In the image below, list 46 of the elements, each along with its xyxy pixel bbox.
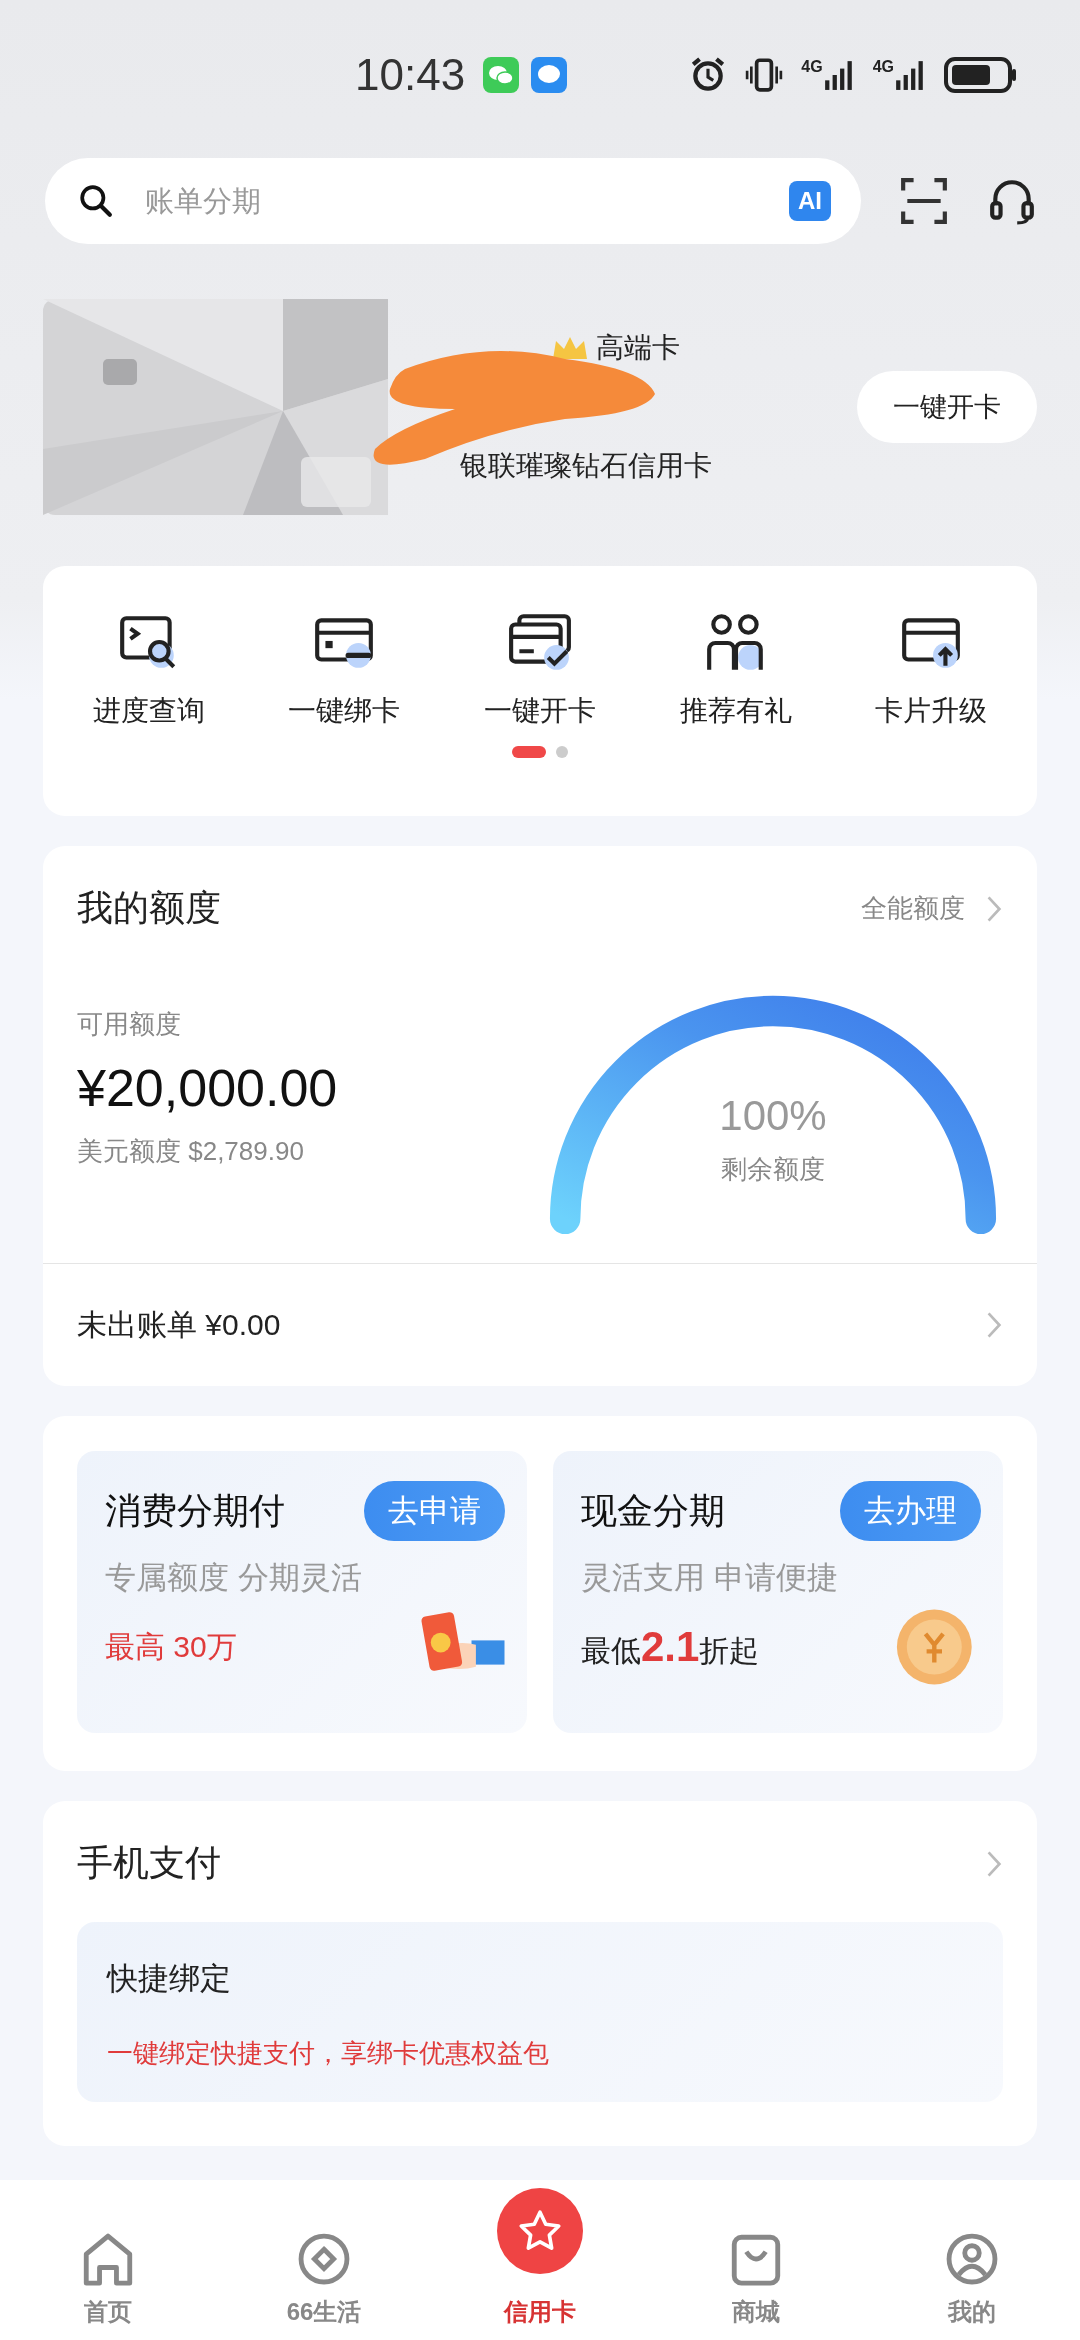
message-app-icon xyxy=(531,57,568,93)
clock-time: 10:43 xyxy=(355,50,466,100)
tier-label: 高端卡 xyxy=(596,331,680,365)
nav-tab[interactable]: 信用卡 xyxy=(465,2188,615,2328)
quick-action-label[interactable]: 一键绑卡 xyxy=(288,692,401,730)
nav-tab[interactable]: 商城 xyxy=(681,2230,831,2328)
installment-rate: 最低2.1折起 xyxy=(581,1622,760,1672)
signal-icon xyxy=(894,59,926,91)
ai-assistant-badge[interactable]: AI xyxy=(789,181,831,221)
available-label: 可用额度 xyxy=(77,1008,182,1041)
battery-icon xyxy=(944,57,1018,93)
installment-subtitle: 灵活支用 申请便捷 xyxy=(581,1559,839,1597)
card-name: 银联璀璨钻石信用卡 xyxy=(459,449,713,483)
chat-app-icon xyxy=(483,57,520,93)
installment-title: 消费分期付 xyxy=(105,1488,285,1533)
remaining-percent: 100% xyxy=(719,1092,827,1140)
installment-card[interactable]: 消费分期付 去申请 专属额度 分期灵活 最高 30万 xyxy=(77,1451,527,1733)
open-card-button[interactable]: 一键开卡 xyxy=(857,371,1037,443)
search-field[interactable]: 账单分期 AI xyxy=(45,158,861,244)
installment-title: 现金分期 xyxy=(581,1488,725,1533)
quick-bind-title: 快捷绑定 xyxy=(107,1960,232,1998)
remaining-label: 剩余额度 xyxy=(721,1153,825,1186)
all-credit-link[interactable]: 全能额度 xyxy=(861,891,965,926)
signal-icon xyxy=(822,59,855,91)
quick-action-label[interactable]: 卡片升级 xyxy=(875,692,988,730)
nav-tab[interactable]: 66生活 xyxy=(249,2230,399,2328)
available-amount: ¥20,000.00 xyxy=(77,1058,338,1118)
vibrate-icon xyxy=(745,56,784,94)
search-icon xyxy=(79,184,113,218)
installment-rate: 最高 30万 xyxy=(105,1628,237,1665)
network-type: 4G xyxy=(801,59,823,75)
unbilled-amount[interactable]: 未出账单 ¥0.00 xyxy=(77,1304,281,1346)
quick-action-label[interactable]: 一键开卡 xyxy=(484,692,596,730)
nav-tab[interactable]: 首页 xyxy=(33,2230,183,2328)
installment-subtitle: 专属额度 分期灵活 xyxy=(105,1559,363,1597)
installment-card[interactable]: 现金分期 去办理 灵活支用 申请便捷 最低2.1折起 xyxy=(553,1451,1003,1733)
usd-credit: 美元额度 $2,789.90 xyxy=(77,1135,305,1168)
network-type: 4G xyxy=(872,59,894,75)
section-title: 手机支付 xyxy=(77,1841,221,1885)
quick-action-label[interactable]: 推荐有礼 xyxy=(679,692,792,730)
quick-action-label[interactable]: 进度查询 xyxy=(92,692,205,730)
quick-bind-promo: 一键绑定快捷支付，享绑卡优惠权益包 xyxy=(107,2037,550,2070)
scan-icon[interactable] xyxy=(899,176,949,226)
section-title: 我的额度 xyxy=(77,886,221,930)
quick-bind-card[interactable]: 快捷绑定 一键绑定快捷支付，享绑卡优惠权益包 xyxy=(77,1922,1003,2102)
nav-tab[interactable]: 我的 xyxy=(897,2230,1047,2328)
